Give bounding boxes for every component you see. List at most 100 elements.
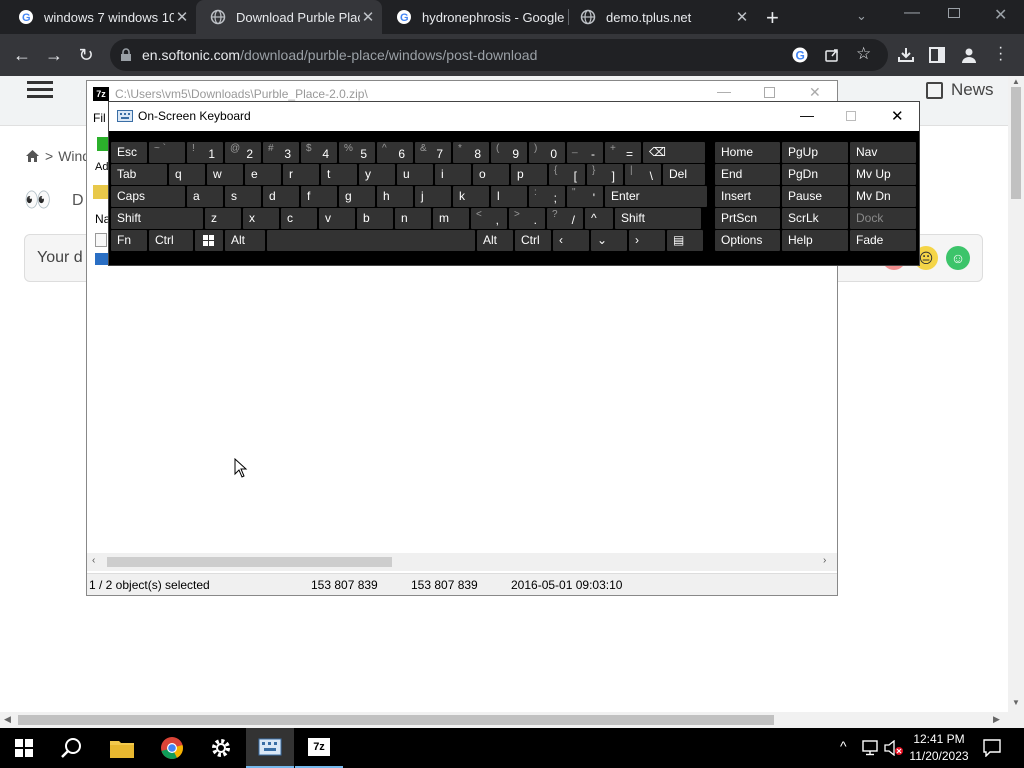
settings-icon[interactable] <box>197 728 245 768</box>
close-icon[interactable]: ✕ <box>734 8 750 26</box>
key-del[interactable]: Del <box>663 164 705 185</box>
home-icon[interactable] <box>26 150 39 162</box>
key-1[interactable]: ! 1 <box>187 142 223 163</box>
key-shift[interactable]: Shift <box>111 208 203 229</box>
key-pgdn[interactable]: PgDn <box>782 164 848 185</box>
key-fade[interactable]: Fade <box>850 230 916 251</box>
scroll-left-icon[interactable]: ◀ <box>4 714 11 725</box>
close-icon[interactable]: ✕ <box>174 8 190 26</box>
key-symbol-1-12[interactable]: }] <box>587 164 623 185</box>
profile-icon[interactable] <box>960 46 978 64</box>
key-u[interactable]: u <box>397 164 433 185</box>
hamburger-menu-icon[interactable] <box>27 81 53 99</box>
key-fn[interactable]: Fn <box>111 230 147 251</box>
key-symbol-3-10[interactable]: ? / <box>547 208 583 229</box>
key-symbol-4-8[interactable]: ⌄ <box>591 230 627 251</box>
tab-search-icon[interactable]: ⌄ <box>856 8 867 24</box>
horizontal-scrollbar[interactable]: ◀ ▶ <box>0 712 1024 728</box>
key-symbol-3-11[interactable]: ^ <box>585 208 613 229</box>
scroll-right-icon[interactable]: ▶ <box>993 714 1000 725</box>
key-c[interactable]: c <box>281 208 317 229</box>
chrome-icon[interactable] <box>148 728 196 768</box>
address-bar[interactable]: en.softonic.com/download/purble-place/wi… <box>110 39 888 71</box>
key-mv-dn[interactable]: Mv Dn <box>850 186 916 207</box>
key-space[interactable] <box>267 230 475 251</box>
key-esc[interactable]: Esc <box>111 142 147 163</box>
star-icon[interactable]: ☆ <box>856 44 871 64</box>
scroll-down-icon[interactable]: ▼ <box>1012 698 1020 707</box>
key-shift[interactable]: Shift <box>615 208 701 229</box>
scroll-up-icon[interactable]: ▲ <box>1012 77 1020 86</box>
key-j[interactable]: j <box>415 186 451 207</box>
key-d[interactable]: d <box>263 186 299 207</box>
minimize-icon[interactable]: — <box>800 107 814 123</box>
key-symbol-0-13[interactable]: + = <box>605 142 641 163</box>
minimize-icon[interactable]: — <box>904 4 920 22</box>
osk-titlebar[interactable]: On-Screen Keyboard — ✕ <box>109 102 919 131</box>
lock-icon[interactable] <box>120 48 132 62</box>
close-icon[interactable]: ✕ <box>360 8 376 26</box>
key-w[interactable]: w <box>207 164 243 185</box>
key-q[interactable]: q <box>169 164 205 185</box>
key-e[interactable]: e <box>245 164 281 185</box>
key-prtscn[interactable]: PrtScn <box>715 208 780 229</box>
news-link[interactable]: News <box>926 80 994 100</box>
search-icon[interactable] <box>48 728 96 768</box>
key-pause[interactable]: Pause <box>782 186 848 207</box>
key-enter[interactable]: Enter <box>605 186 707 207</box>
7zip-icon[interactable]: 7z <box>295 728 343 768</box>
key-alt[interactable]: Alt <box>477 230 513 251</box>
key-l[interactable]: l <box>491 186 527 207</box>
key-r[interactable]: r <box>283 164 319 185</box>
close-icon[interactable]: ✕ <box>891 107 904 125</box>
key-mv-up[interactable]: Mv Up <box>850 164 916 185</box>
key-x[interactable]: x <box>243 208 279 229</box>
key-3[interactable]: #3 <box>263 142 299 163</box>
forward-icon[interactable]: → <box>40 41 68 69</box>
key-h[interactable]: h <box>377 186 413 207</box>
key-4[interactable]: $4 <box>301 142 337 163</box>
key-y[interactable]: y <box>359 164 395 185</box>
minimize-icon[interactable]: — <box>717 83 731 99</box>
key-symbol-2-11[interactable]: " ' <box>567 186 603 207</box>
tab-hydronephrosis[interactable]: G hydronephrosis - Google <box>382 0 568 34</box>
happy-face-icon[interactable]: ☺ <box>946 246 970 270</box>
key-n[interactable]: n <box>395 208 431 229</box>
7zip-horizontal-scrollbar[interactable]: ‹ › <box>87 553 837 571</box>
new-tab-icon[interactable]: + <box>766 5 779 31</box>
google-lens-icon[interactable]: G <box>792 47 808 63</box>
tab-demo-tplus[interactable]: demo.tplus.net ✕ <box>566 0 756 34</box>
key-alt[interactable]: Alt <box>225 230 265 251</box>
key-5[interactable]: % 5 <box>339 142 375 163</box>
key-m[interactable]: m <box>433 208 469 229</box>
key-pgup[interactable]: PgUp <box>782 142 848 163</box>
taskbar-clock[interactable]: 12:41 PM 11/20/2023 <box>903 731 975 765</box>
key-7[interactable]: & 7 <box>415 142 451 163</box>
key-9[interactable]: (9 <box>491 142 527 163</box>
key-scrlk[interactable]: ScrLk <box>782 208 848 229</box>
key-b[interactable]: b <box>357 208 393 229</box>
key-help[interactable]: Help <box>782 230 848 251</box>
maximize-icon[interactable] <box>764 87 775 98</box>
key-symbol-1-13[interactable]: | \ <box>625 164 661 185</box>
folder-icon[interactable] <box>98 728 146 768</box>
key-symbol-1-11[interactable]: {[ <box>549 164 585 185</box>
key-symbol-4-9[interactable]: › <box>629 230 665 251</box>
scroll-thumb[interactable] <box>107 557 392 567</box>
key-winlogo[interactable] <box>195 230 223 251</box>
taskbar-osk-button[interactable] <box>246 728 294 768</box>
scroll-left-icon[interactable]: ‹ <box>92 555 95 566</box>
key-g[interactable]: g <box>339 186 375 207</box>
scroll-right-icon[interactable]: › <box>823 555 826 566</box>
show-hidden-icons-icon[interactable]: ^ <box>840 738 847 754</box>
key-2[interactable]: @2 <box>225 142 261 163</box>
key-symbol-0-12[interactable]: _ - <box>567 142 603 163</box>
key-symbol-0-14[interactable]: ⌫ <box>643 142 705 163</box>
key-f[interactable]: f <box>301 186 337 207</box>
reload-icon[interactable]: ↻ <box>72 41 100 69</box>
key-insert[interactable]: Insert <box>715 186 780 207</box>
download-icon[interactable] <box>896 45 916 65</box>
close-icon[interactable]: ✕ <box>809 84 821 101</box>
window-close-icon[interactable]: ✕ <box>994 5 1007 25</box>
notifications-icon[interactable] <box>983 739 1001 757</box>
